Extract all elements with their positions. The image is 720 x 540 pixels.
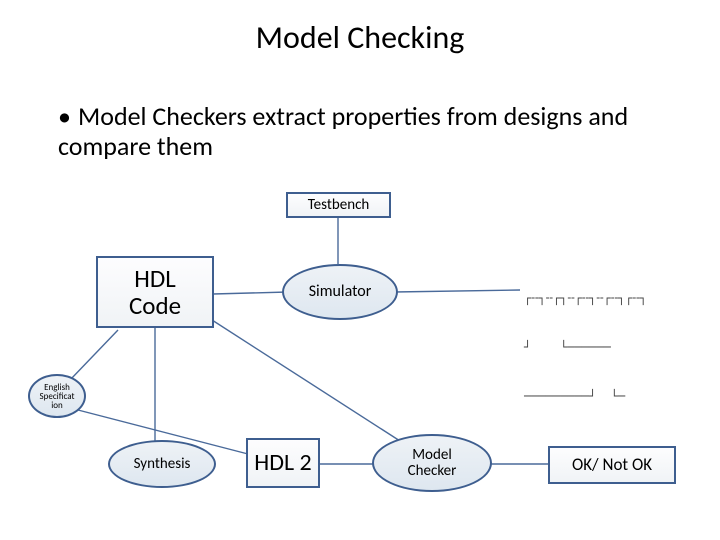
waveform-line3: ─────────┘ └─ [524, 388, 647, 404]
waveform-line1: ┌╌┐╌┌┐╌┌╌┐╌┌╌┐┌╌┐ [524, 290, 647, 306]
waveform-output: ┌╌┐╌┌┐╌┌╌┐╌┌╌┐┌╌┐ ┘ └────── ─────────┘ └… [524, 258, 647, 420]
waveform-line2: ┘ └────── [524, 339, 647, 355]
bullet-text: •Model Checkers extract properties from … [58, 102, 680, 162]
bullet-content: Model Checkers extract properties from d… [58, 100, 628, 162]
node-model-checker: Model Checker [372, 434, 492, 492]
node-hdl2: HDL 2 [246, 438, 320, 488]
node-synthesis: Synthesis [108, 440, 216, 488]
node-english-spec: English Specificat ion [28, 374, 86, 418]
node-testbench: Testbench [286, 192, 391, 218]
node-ok-result: OK/ Not OK [548, 446, 676, 484]
node-hdl-code: HDL Code [96, 256, 214, 328]
page-title: Model Checking [0, 18, 720, 57]
node-simulator: Simulator [282, 264, 398, 320]
